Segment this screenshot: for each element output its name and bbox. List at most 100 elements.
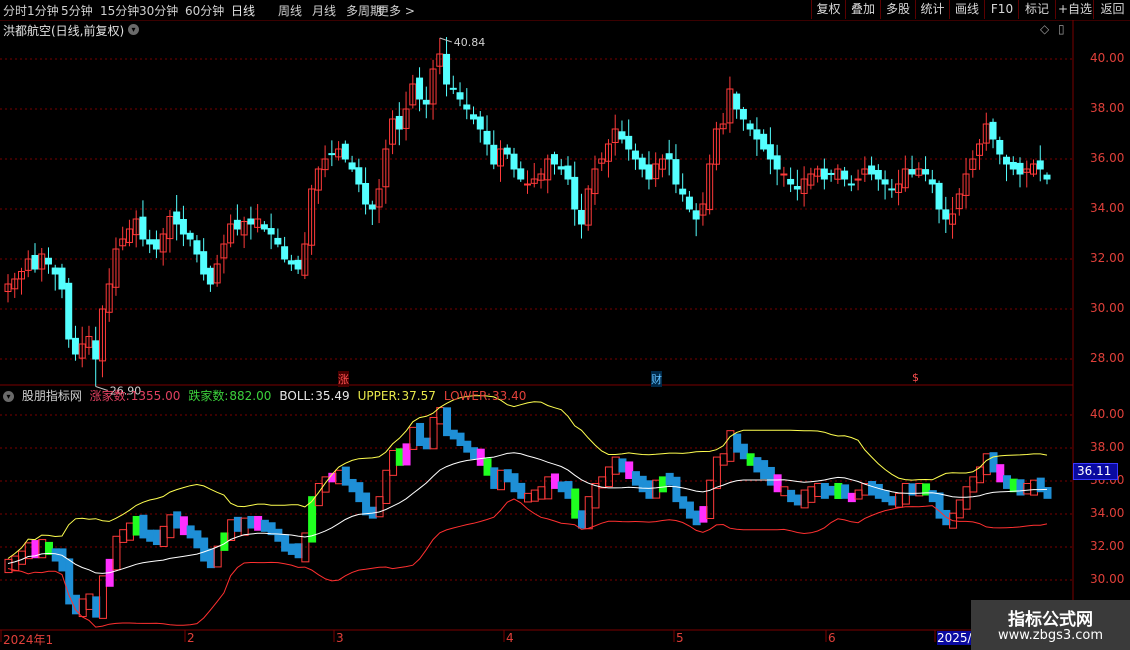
indicator-bar [254,515,263,531]
toolbar-button-0[interactable]: 复权 [811,0,845,19]
indicator-bar [267,522,276,536]
indicator-bar [186,525,195,539]
candle-body [645,164,653,180]
candle-body [483,130,491,145]
candle-body [1036,160,1044,170]
indicator-bar [119,529,128,543]
candle-body [416,77,424,100]
indicator-bar [874,483,883,499]
event-marker-zhang[interactable]: 涨 [338,371,349,387]
period-7[interactable]: 周线 [278,2,302,19]
event-marker-cai[interactable]: 财 [651,371,662,387]
period-4[interactable]: 30分钟 [139,2,178,19]
price-tick: 38.00 [1090,101,1125,115]
indicator-bar [429,416,438,450]
indicator-bar [834,482,843,499]
current-price-badge: 36.11 [1073,463,1118,480]
indicator-bar [395,448,404,466]
period-3[interactable]: 15分钟 [100,2,139,19]
indicator-bar [564,481,573,499]
indicator-bar [537,486,546,500]
chevron-down-icon[interactable]: ▾ [128,24,139,35]
indicator-bar [787,489,796,503]
period-toolbar: 分时 1分钟 5分钟 15分钟 30分钟 60分钟 日线 周线 月线 多周期 更多 > 复权 叠加 多股统… [0,0,1130,21]
watermark-url: www.zbgs3.com [997,628,1104,643]
diamond-icon[interactable]: ◇ [1040,22,1049,36]
indicator-bar [44,541,53,555]
candle-body [173,211,181,225]
indicator-bar [463,440,472,453]
date-label: 3 [336,631,344,645]
event-marker-dollar[interactable]: $ [912,371,919,384]
period-2[interactable]: 5分钟 [61,2,93,19]
indicator-bar [476,448,485,466]
indicator-bar [470,447,479,460]
stock-title: 洪都航空(日线,前复权) [3,24,125,38]
date-label: 6 [828,631,836,645]
indicator-bar [699,506,708,523]
indicator-bar [132,515,141,536]
candle-body [692,210,700,220]
indicator-bar [314,482,323,507]
candle-body [233,219,241,230]
indicator-bar [443,407,452,437]
indicator-bar [841,484,850,499]
candle-body [746,123,754,130]
indicator-item-label: 涨家数: [89,389,130,403]
candle-body [328,153,336,156]
period-6[interactable]: 日线 [231,2,255,19]
upper-band-line [7,395,1048,559]
indicator-bar [571,488,580,519]
toolbar-button-3[interactable]: 统计 [915,0,949,19]
candle-body [665,153,673,160]
indicator-bar [125,522,134,541]
period-1[interactable]: 1分钟 [27,2,59,19]
toolbar-button-1[interactable]: 叠加 [845,0,880,19]
date-label: 5 [676,631,684,645]
toolbar-button-2[interactable]: 多股 [880,0,915,19]
indicator-bar [719,453,728,466]
indicator-bar [773,474,782,493]
toolbar-button-5[interactable]: F10 [984,0,1019,19]
date-label: 2024年1 [3,633,54,647]
indicator-bar [766,466,775,486]
panel-toggle-icon[interactable]: ▯ [1058,22,1065,36]
indicator-bar [260,519,269,532]
mark-button[interactable]: 标记 [1018,0,1055,19]
indicator-bar [436,407,445,425]
candle-body [577,209,585,225]
candle-body [139,216,147,240]
candle-body [267,228,275,235]
indicator-bar [240,517,249,536]
candle-body [449,87,457,90]
indicator-bar [449,429,458,440]
candle-body [793,186,801,190]
indicator-bar [1016,479,1025,496]
candle-body [287,260,295,265]
period-0[interactable]: 分时 [3,2,27,19]
indicator-bar [692,510,701,526]
indicator-bar [193,530,202,549]
period-10[interactable]: 更多 > [377,2,415,19]
indicator-bar [159,525,168,547]
candle-body [503,147,511,155]
indicator-bar [335,469,344,485]
indicator-bar [1009,478,1018,493]
candle-body [362,183,370,205]
candle-body [355,167,363,185]
indicator-bar [935,492,944,519]
candle-body [146,239,154,245]
chevron-down-icon[interactable]: ▾ [3,391,14,402]
period-8[interactable]: 月线 [312,2,336,19]
candle-body [31,254,39,270]
toolbar-button-7[interactable]: 返回 [1093,0,1130,19]
lower-band-line [7,498,1048,628]
toolbar-button-6[interactable]: +自选 [1055,0,1094,19]
indicator-bar [820,483,829,499]
candle-body [618,131,626,140]
indicator-bar [989,452,998,473]
period-5[interactable]: 60分钟 [185,2,224,19]
indicator-bar [746,453,755,466]
indicator-bar [679,496,688,509]
toolbar-button-4[interactable]: 画线 [949,0,984,19]
